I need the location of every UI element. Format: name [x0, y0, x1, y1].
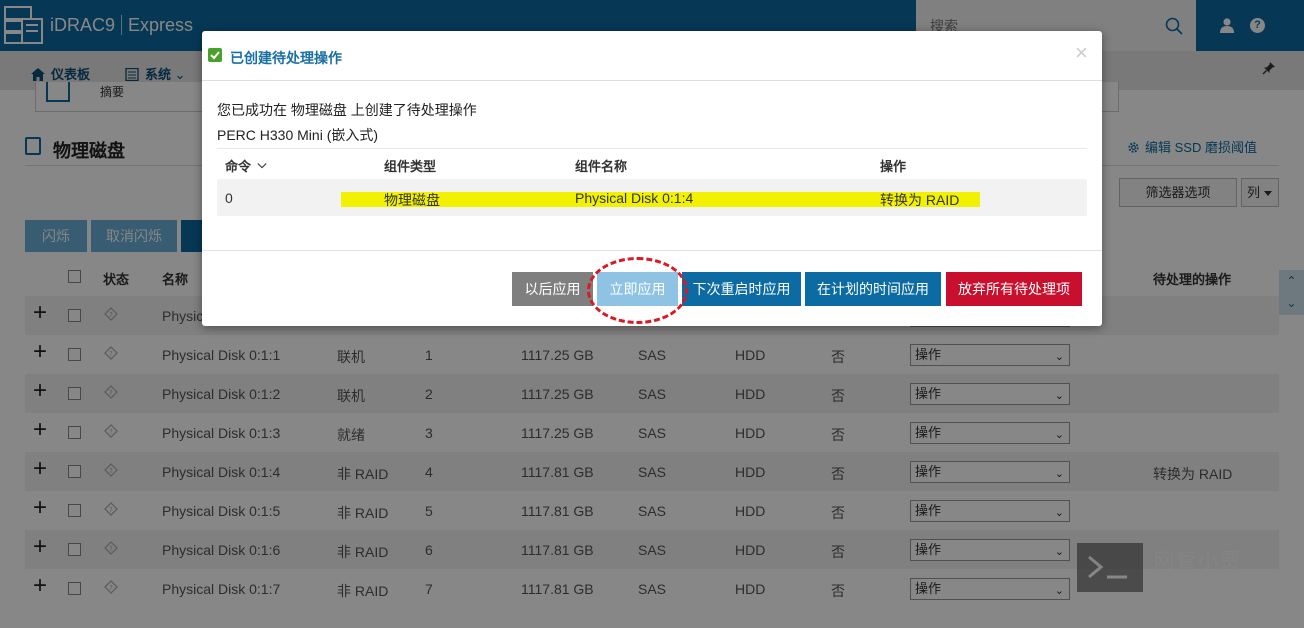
success-check-icon [208, 48, 222, 62]
pending-table-header: 命令 组件类型 组件名称 操作 [217, 148, 1087, 179]
row-type: 物理磁盘 [384, 192, 440, 208]
pending-operation-dialog: 已创建待处理操作 × 您已成功在 物理磁盘 上创建了待处理操作 PERC H33… [202, 31, 1102, 326]
col-operation: 操作 [880, 159, 907, 174]
discard-all-button[interactable]: 放弃所有待处理项 [946, 272, 1082, 306]
col-command-label: 命令 [225, 159, 252, 174]
row-operation: 转换为 RAID [880, 192, 960, 208]
apply-now-button[interactable]: 立即应用 [597, 272, 678, 306]
pending-table-row: 0 物理磁盘 Physical Disk 0:1:4 转换为 RAID [217, 179, 1087, 216]
row-command: 0 [225, 190, 233, 206]
col-component: 组件名称 [575, 159, 628, 174]
sort-chevron-icon [257, 163, 267, 169]
success-message: 您已成功在 物理磁盘 上创建了待处理操作 [217, 102, 477, 118]
row-component: Physical Disk 0:1:4 [575, 190, 694, 206]
col-command[interactable]: 命令 [225, 156, 267, 175]
dialog-header: 已创建待处理操作 × [202, 31, 1102, 81]
dialog-title: 已创建待处理操作 [230, 50, 342, 66]
col-type: 组件类型 [384, 159, 437, 174]
close-icon[interactable]: × [1075, 42, 1088, 64]
apply-later-button[interactable]: 以后应用 [512, 272, 593, 306]
apply-scheduled-button[interactable]: 在计划的时间应用 [805, 272, 941, 306]
apply-next-reboot-button[interactable]: 下次重启时应用 [682, 272, 801, 306]
controller-name: PERC H330 Mini (嵌入式) [217, 127, 379, 143]
footer-divider [202, 250, 1102, 251]
